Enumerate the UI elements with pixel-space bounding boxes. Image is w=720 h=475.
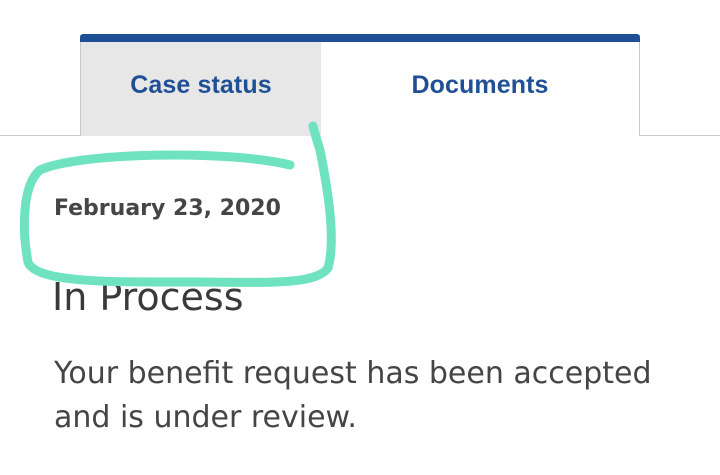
tab-case-status-label: Case status	[130, 70, 272, 99]
case-status-title: In Process	[52, 275, 244, 319]
case-date: February 23, 2020	[54, 196, 281, 221]
case-status-description: Your benefit request has been accepted a…	[54, 356, 652, 435]
tab-bar: Case status Documents	[80, 34, 640, 136]
tab-documents[interactable]: Documents	[321, 42, 640, 136]
tab-documents-label: Documents	[411, 70, 549, 99]
tab-accent-bar	[80, 34, 640, 42]
tab-case-status[interactable]: Case status	[80, 42, 322, 136]
